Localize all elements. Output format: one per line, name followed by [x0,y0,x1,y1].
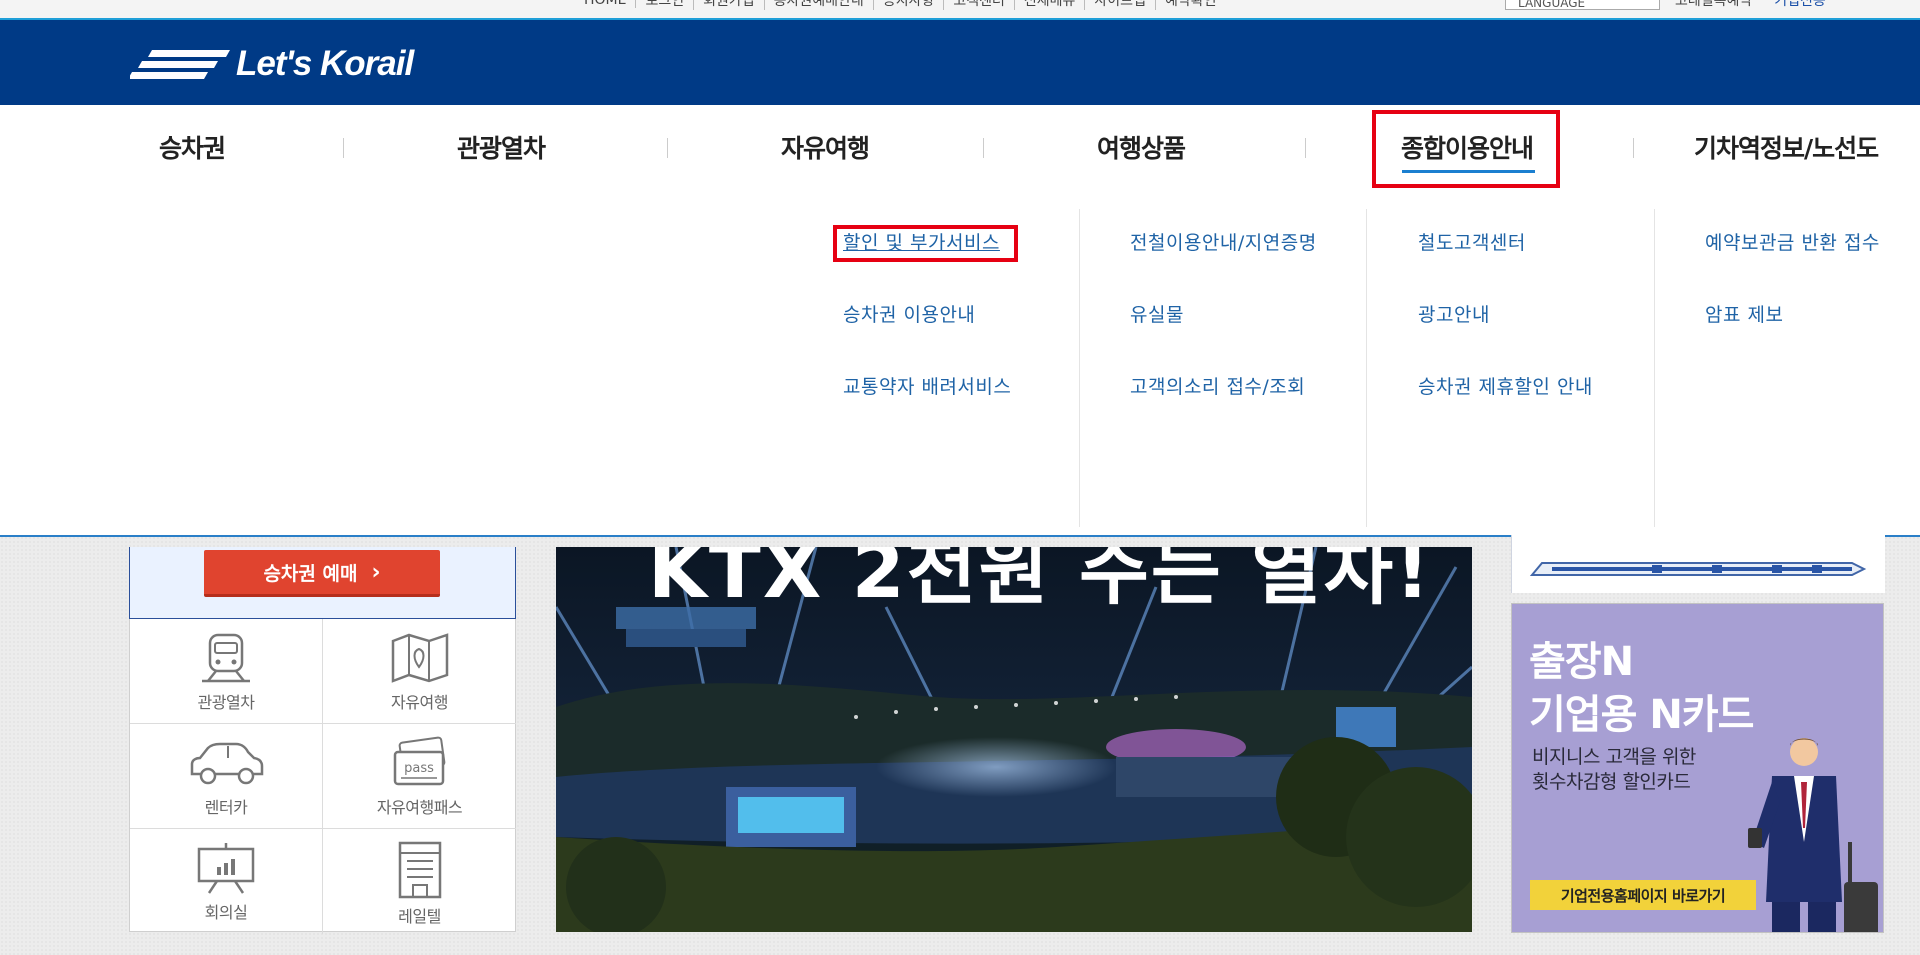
ad-subtitle-line2: 횟수차감형 할인카드 [1532,771,1691,793]
submenu-accessibility[interactable]: 교통약자 배려서비스 [843,372,1011,399]
presentation-icon [197,843,255,894]
language-select[interactable]: LANGUAGE [1505,0,1660,10]
logo-mark-icon [130,50,230,79]
logo-text: Let's Korail [236,44,414,83]
quick-item-tour-train[interactable]: 관광열차 [130,619,323,724]
util-link-home[interactable]: HOME [575,0,637,8]
ktx-train-image [1512,535,1885,593]
util-link-join[interactable]: 회원가입 [694,0,765,10]
nav-separator [343,138,344,158]
submenu-dropdown: 할인 및 부가서비스 승차권 이용안내 교통약자 배려서비스 전철이용안내/지연… [0,195,1920,535]
ad-cta-button[interactable]: 기업전용홈페이지 바로가기 [1530,880,1756,910]
quick-item-label: 회의실 [204,903,248,922]
map-icon [391,633,448,683]
quick-menu-grid: 관광열차 자유여행 렌터카 pass 자유여행패스 회의실 레일텔 [129,619,516,934]
utility-bar: HOME 로그인 회원가입 승차권예매안내 공지사항 고객센터 전체메뉴 사이트… [0,0,1920,18]
submenu-subway-delay[interactable]: 전철이용안내/지연증명 [1130,228,1317,255]
utility-links: HOME 로그인 회원가입 승차권예매안내 공지사항 고객센터 전체메뉴 사이트… [575,0,1226,10]
nav-separator [1305,138,1306,158]
hotel-icon [398,841,441,899]
ticket-button-area: 승차권 예매 › [129,547,516,619]
util-link-center[interactable]: 고객센터 [944,0,1015,10]
nav-separator [667,138,668,158]
global-nav: 승차권 관광열차 자유여행 여행상품 종합이용안내 기차역정보/노선도 [0,105,1920,195]
util-link-guide[interactable]: 승차권예매안내 [765,0,874,10]
quick-item-label: 자유여행패스 [376,798,463,817]
quick-item-label: 자유여행 [391,693,448,712]
util-link-menu[interactable]: 전체메뉴 [1015,0,1086,10]
nav-item-tour-train[interactable]: 관광열차 [457,129,546,167]
ad-title-line2: 기업용 N카드 [1529,692,1754,738]
nav-separator [983,138,984,158]
submenu-ticket-guide[interactable]: 승차권 이용안내 [843,300,975,327]
banner-headline: KTX 2천원 주는 열차! [648,547,1432,615]
util-link-business[interactable]: 기업전용 [1774,0,1826,10]
nav-item-travel-products[interactable]: 여행상품 [1097,129,1186,167]
ticket-reserve-label: 승차권 예매 [263,562,358,585]
quick-item-meeting-room[interactable]: 회의실 [130,829,323,934]
pass-icon: pass [393,736,445,786]
nav-separator [1633,138,1634,158]
nav-item-ticket[interactable]: 승차권 [159,129,226,167]
utility-right-links: 코레일톡예약 기업전용 [1675,0,1826,9]
quick-item-rent-car[interactable]: 렌터카 [130,724,323,829]
submenu-column-divider [1079,209,1080,527]
submenu-advertising[interactable]: 광고안내 [1418,300,1490,327]
ad-subtitle-line1: 비지니스 고객을 위한 [1532,746,1696,768]
site-logo[interactable]: Let's Korail [130,44,414,84]
right-top-banner[interactable] [1511,535,1885,593]
util-link-confirm[interactable]: 예약확인 [1156,0,1226,10]
nav-item-free-travel[interactable]: 자유여행 [781,129,870,167]
submenu-column-divider [1654,209,1655,527]
nav-item-station-info[interactable]: 기차역정보/노선도 [1694,129,1879,167]
ad-title-line1: 출장N [1529,639,1634,685]
submenu-partner-discount[interactable]: 승차권 제휴할인 안내 [1418,372,1593,399]
business-card-ad[interactable]: 출장N 기업용 N카드 비지니스 고객을 위한 횟수차감형 할인카드 기업전용홈… [1511,603,1884,933]
util-link-sitemap[interactable]: 사이트맵 [1085,0,1156,10]
train-icon [202,633,250,683]
svg-text:pass: pass [404,761,434,776]
quick-item-travel-pass[interactable]: pass 자유여행패스 [323,724,516,829]
submenu-deposit-refund[interactable]: 예약보관금 반환 접수 [1705,228,1880,255]
quick-item-free-travel[interactable]: 자유여행 [323,619,516,724]
submenu-column-divider [1366,209,1367,527]
submenu-lost-found[interactable]: 유실물 [1130,300,1184,327]
util-link-app[interactable]: 코레일톡예약 [1675,0,1752,10]
submenu-customer-voice[interactable]: 고객의소리 접수/조회 [1130,372,1305,399]
quick-item-label: 렌터카 [204,798,248,817]
chevron-right-icon: › [371,559,381,585]
site-header: Let's Korail [0,20,1920,105]
ticket-reserve-button[interactable]: 승차권 예매 › [204,550,440,597]
car-icon [190,742,264,785]
quick-item-railtel[interactable]: 레일텔 [323,829,516,934]
quick-menu-panel: 승차권 예매 › 관광열차 자유여행 렌터카 pass 자유여행패스 회의실 레… [129,547,516,934]
quick-item-label: 관광열차 [197,693,255,712]
util-link-notice[interactable]: 공지사항 [874,0,945,10]
submenu-customer-center[interactable]: 철도고객센터 [1418,228,1526,255]
quick-item-label: 레일텔 [398,907,441,926]
active-nav-underline [1402,170,1535,173]
active-nav-highlight [1372,110,1560,188]
main-banner[interactable]: KTX 2천원 주는 열차! [556,547,1472,932]
submenu-highlight-box [833,225,1018,262]
util-link-login[interactable]: 로그인 [636,0,695,10]
submenu-scalper-report[interactable]: 암표 제보 [1705,300,1783,327]
